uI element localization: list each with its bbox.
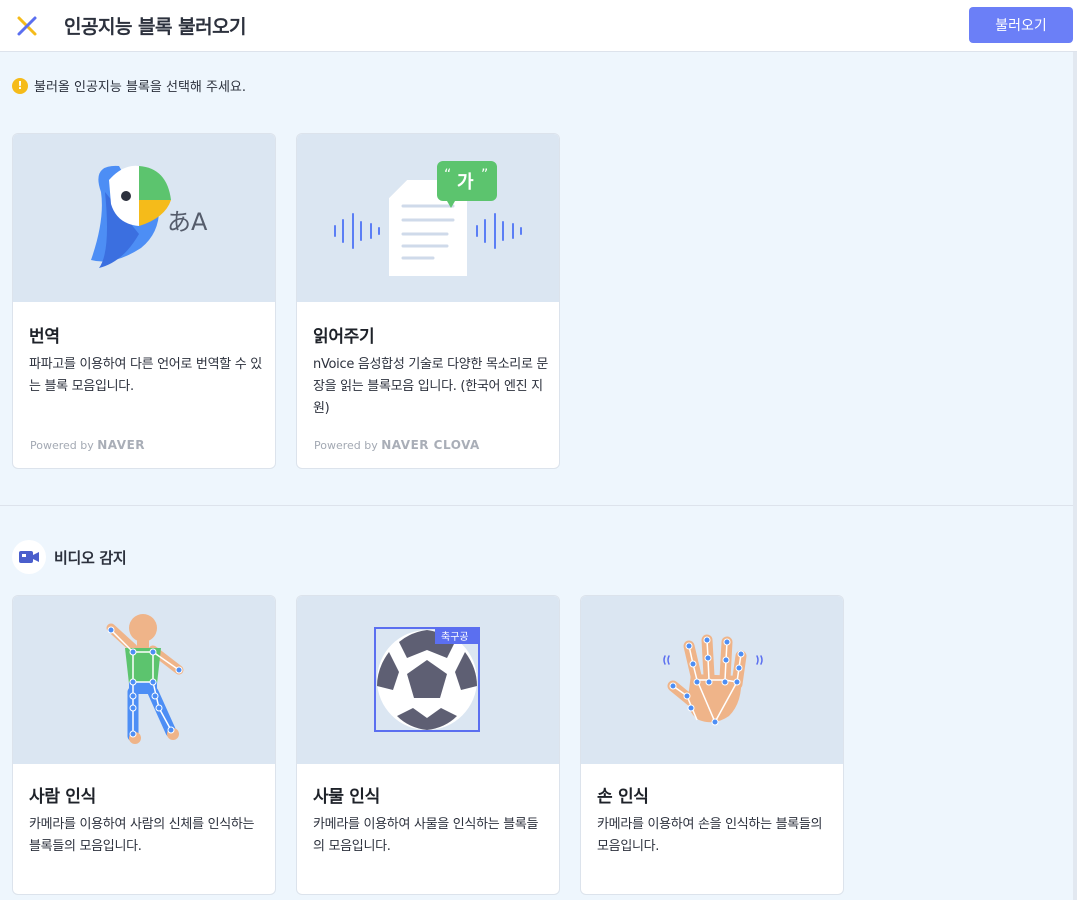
voice-document-icon: 가 “ ” bbox=[334, 161, 522, 276]
ga-letter-icon: 가 bbox=[457, 172, 474, 193]
card-thumbnail: 가 “ ” bbox=[297, 134, 559, 302]
notice-text: 불러올 인공지능 블록을 선택해 주세요. bbox=[34, 80, 247, 95]
section-title: 비디오 감지 bbox=[54, 548, 127, 567]
card-thumbnail bbox=[581, 596, 843, 764]
card-thumbnail: 축구공 bbox=[297, 596, 559, 764]
card-description: 카메라를 이용하여 손을 인식하는 블록들의 모음입니다. bbox=[597, 817, 823, 854]
card-description: 카메라를 이용하여 사물을 인식하는 블록들의 모음입니다. bbox=[313, 817, 539, 854]
card-title: 번역 bbox=[29, 327, 60, 347]
close-icon[interactable] bbox=[12, 12, 42, 40]
card-description: nVoice 음성합성 기술로 다양한 목소리로 문장을 읽는 블록모음 입니다… bbox=[313, 357, 549, 416]
load-button[interactable]: 불러오기 bbox=[969, 7, 1073, 43]
card-translate[interactable]: あA 번역 파파고를 이용하여 다른 언어로 번역할 수 있는 블록 모음입니다… bbox=[12, 133, 276, 469]
card-title: 손 인식 bbox=[597, 787, 649, 807]
card-thumbnail bbox=[13, 596, 275, 764]
card-title: 읽어주기 bbox=[313, 327, 375, 347]
page-title: 인공지능 블록 불러오기 bbox=[64, 16, 247, 38]
svg-text:”: ” bbox=[481, 167, 488, 183]
card-description: 파파고를 이용하여 다른 언어로 번역할 수 있는 블록 모음입니다. bbox=[29, 357, 262, 394]
card-title: 사물 인식 bbox=[313, 787, 380, 807]
video-section-header: 비디오 감지 bbox=[12, 540, 127, 574]
powered-by: Powered by NAVER bbox=[30, 438, 146, 452]
person-skeleton-icon bbox=[106, 614, 184, 744]
header: 인공지능 블록 불러오기 불러오기 bbox=[0, 0, 1077, 52]
hand-skeleton-icon bbox=[663, 634, 763, 726]
card-thumbnail: あA bbox=[13, 134, 275, 302]
papago-parrot-icon: あA bbox=[91, 165, 208, 268]
object-label: 축구공 bbox=[441, 631, 469, 643]
soccer-ball-icon: 축구공 bbox=[374, 627, 480, 732]
video-camera-icon bbox=[12, 540, 46, 574]
card-title: 사람 인식 bbox=[29, 787, 96, 807]
section-divider bbox=[0, 505, 1073, 506]
card-person-recognition[interactable]: 사람 인식 카메라를 이용하여 사람의 신체를 인식하는 블록들의 모음입니다. bbox=[12, 595, 276, 895]
notice: ! 불러올 인공지능 블록을 선택해 주세요. bbox=[12, 76, 246, 95]
warning-icon: ! bbox=[12, 77, 28, 94]
card-hand-recognition[interactable]: 손 인식 카메라를 이용하여 손을 인식하는 블록들의 모음입니다. bbox=[580, 595, 844, 895]
ja-letter-icon: あA bbox=[167, 208, 208, 236]
card-description: 카메라를 이용하여 사람의 신체를 인식하는 블록들의 모음입니다. bbox=[29, 817, 255, 854]
powered-by: Powered by NAVER CLOVA bbox=[314, 438, 480, 452]
scrollbar[interactable] bbox=[1073, 52, 1077, 900]
svg-text:“: “ bbox=[444, 167, 451, 183]
card-read-aloud[interactable]: 가 “ ” 읽어주기 nVoice 음성합성 기술로 다양한 목소리로 문장을 … bbox=[296, 133, 560, 469]
card-object-recognition[interactable]: 축구공 사물 인식 카메라를 이용하여 사물을 인식하는 블록들의 모음입니다. bbox=[296, 595, 560, 895]
